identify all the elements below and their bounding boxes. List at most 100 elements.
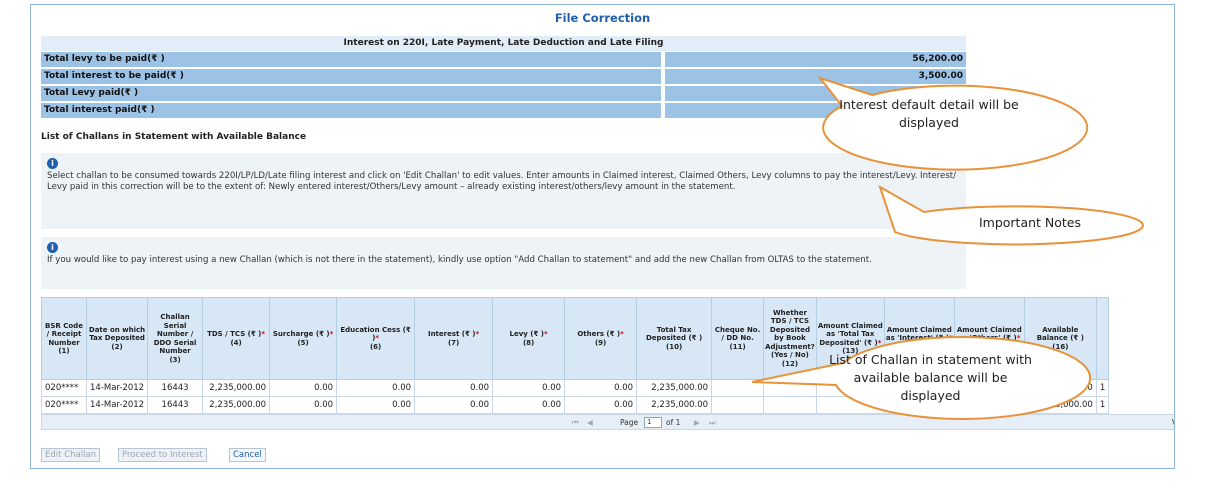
column-number: (12) (781, 359, 799, 368)
required-marker-icon: * (620, 330, 624, 338)
callout-interest-default: Interest default detail will be displaye… (839, 97, 1019, 130)
grid-pager: ⏮ ◀ Page 1 of 1 ▶ ⏭ V (41, 414, 1174, 430)
table-cell (711, 396, 765, 414)
required-marker-icon: * (877, 338, 882, 347)
levy-label: Total interest to be paid(₹ ) (41, 69, 663, 84)
page-title: File Correction (554, 11, 651, 25)
column-label: Challan Serial Number / DDO Serial Numbe… (153, 313, 197, 355)
levy-row-total-levy-to-pay: Total levy to be paid(₹ ) 56,200.00 (41, 52, 966, 67)
column-header[interactable]: Surcharge (₹ )* (5) (269, 297, 338, 380)
column-label: Cheque No. / DD No. (714, 325, 761, 343)
table-cell: 0.00 (269, 379, 338, 397)
column-label: Amount Claimed as 'Total Tax Deposited' … (817, 321, 883, 347)
column-label: Interest (₹ ) (427, 330, 476, 338)
column-label: Whether TDS / TCS Deposited by Book Adju… (765, 308, 815, 360)
column-number: (7) (447, 338, 460, 347)
column-label: Amount Claimed as 'Others' (₹ ) (956, 325, 1022, 343)
table-cell: 0.00 (492, 379, 566, 397)
column-header[interactable] (1095, 297, 1110, 380)
note-box-1: i Select challan to be consumed towards … (41, 153, 966, 229)
required-marker-icon: * (329, 330, 334, 338)
table-cell: 1,898,000.00 (1023, 379, 1097, 397)
note-box-2: i If you would like to pay interest usin… (41, 237, 966, 289)
column-header[interactable]: Education Cess (₹ )* (6) (336, 297, 416, 380)
table-cell: 1,898,000.00 (1023, 396, 1097, 414)
levy-value: 56,200.00 (665, 52, 966, 67)
required-marker-icon: * (375, 334, 380, 343)
table-cell: 020**** (41, 379, 87, 397)
table-cell: 0.00 (414, 379, 494, 397)
table-cell (763, 379, 817, 397)
section-title: Interest on 220I, Late Payment, Late Ded… (41, 36, 966, 51)
table-cell: 0.00 (564, 379, 638, 397)
column-number: (9) (594, 338, 607, 347)
required-marker-icon: * (1016, 334, 1021, 343)
column-label: Others (₹ ) (577, 330, 621, 338)
required-marker-icon: * (949, 334, 953, 343)
prev-page-icon[interactable]: ◀ (587, 418, 593, 427)
levy-label: Total Levy paid(₹ ) (41, 86, 663, 101)
note-text: Select challan to be consumed towards 22… (47, 171, 957, 192)
table-cell: 14-Mar-2012 (85, 379, 149, 397)
column-header[interactable]: Interest (₹ )* (7) (414, 297, 494, 380)
note-text: If you would like to pay interest using … (47, 255, 872, 265)
info-icon: i (47, 158, 58, 169)
column-number: (6) (369, 342, 382, 351)
column-header[interactable]: Whether TDS / TCS Deposited by Book Adju… (763, 297, 817, 380)
callout-list-of-challan: List of Challan in statement with availa… (829, 352, 1032, 403)
column-number: (16) (1052, 342, 1069, 351)
table-cell: 2,235,000.00 (202, 379, 271, 397)
next-page-icon[interactable]: ▶ (694, 418, 700, 427)
table-cell: 020**** (41, 396, 87, 414)
table-cell: 0.00 (336, 379, 416, 397)
page-count: of 1 (666, 418, 681, 427)
column-label: Levy (₹ ) (509, 330, 544, 338)
column-number: (8) (522, 338, 535, 347)
table-cell (763, 396, 817, 414)
column-header[interactable]: BSR Code / Receipt Number (1) (41, 297, 87, 380)
required-marker-icon: * (261, 330, 266, 338)
table-cell: 0.00 (492, 396, 566, 414)
table-cell: 0.00 (269, 396, 338, 414)
table-cell: 14-Mar-2012 (85, 396, 149, 414)
levy-value: 3,500.00 (665, 69, 966, 84)
table-cell: 1 (1095, 396, 1110, 414)
column-label: Date on which Tax Deposited (88, 325, 146, 343)
column-header[interactable]: Total Tax Deposited (₹ ) (10) (636, 297, 713, 380)
table-cell: 0.00 (564, 396, 638, 414)
last-page-icon[interactable]: ⏭ (709, 418, 716, 428)
column-label: Available Balance (₹ ) (1036, 325, 1084, 343)
page-number-input[interactable]: 1 (644, 417, 662, 428)
column-header[interactable]: Levy (₹ )* (8) (492, 297, 566, 380)
column-label: TDS / TCS (₹ ) (207, 330, 262, 338)
levy-row-total-levy-paid: Total Levy paid(₹ ) 0.00 (41, 86, 966, 101)
levy-row-total-interest-to-pay: Total interest to be paid(₹ ) 3,500.00 (41, 69, 966, 84)
callout-important-notes: Important Notes (978, 215, 1082, 230)
table-cell: 2,235,000.00 (636, 379, 713, 397)
first-page-icon[interactable]: ⏮ (572, 418, 579, 428)
column-label: Surcharge (₹ ) (272, 330, 330, 338)
table-cell: 0.00 (336, 396, 416, 414)
column-label: BSR Code / Receipt Number (45, 321, 83, 347)
table-cell: 2,235,000.00 (636, 396, 713, 414)
table-cell: 2,235,000.00 (202, 396, 271, 414)
proceed-to-interest-button[interactable]: Proceed to Interest (118, 448, 207, 462)
column-number: (11) (729, 342, 746, 351)
table-cell: 16443 (147, 379, 204, 397)
column-header[interactable]: Available Balance (₹ ) (16) (1023, 297, 1097, 380)
column-header[interactable]: Date on which Tax Deposited (2) (85, 297, 149, 380)
list-heading: List of Challans in Statement with Avail… (41, 132, 307, 142)
page-label: Page (620, 418, 639, 427)
edit-challan-button[interactable]: Edit Challan (41, 448, 101, 462)
column-number: (3) (169, 355, 181, 364)
column-number: (10) (666, 342, 683, 351)
column-header[interactable]: Cheque No. / DD No. (11) (711, 297, 765, 380)
column-header[interactable]: Others (₹ )* (9) (564, 297, 638, 380)
cancel-button[interactable]: Cancel (229, 448, 266, 462)
levy-row-total-interest-paid: Total interest paid(₹ ) (41, 103, 966, 118)
column-header[interactable]: TDS / TCS (₹ )* (4) (202, 297, 271, 380)
column-number: (5) (297, 338, 309, 347)
table-cell: 0.00 (414, 396, 494, 414)
column-number: (15) (981, 342, 998, 351)
column-header[interactable]: Challan Serial Number / DDO Serial Numbe… (147, 297, 204, 380)
